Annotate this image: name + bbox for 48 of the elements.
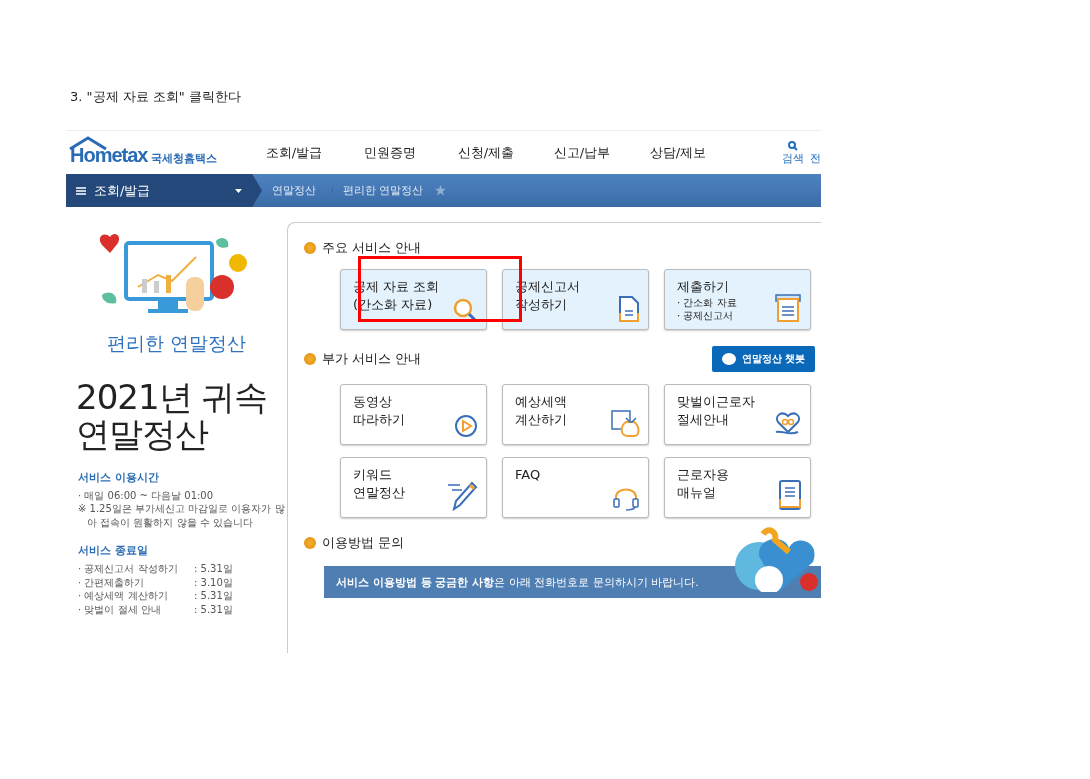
money-bag-icon <box>610 408 640 438</box>
section-heading: 서비스 종료일 <box>78 543 149 559</box>
sidebar-subtitle: 편리한 연말정산 <box>105 331 247 356</box>
nav-menu-item[interactable]: 민원증명 <box>342 143 438 162</box>
service-label: · 맞벌이 절세 안내 <box>78 602 162 617</box>
search-button[interactable]: 검색 <box>782 141 804 166</box>
pencil-icon <box>446 481 478 511</box>
menu-icon <box>76 186 86 195</box>
nav-menu-item[interactable]: 신고/납부 <box>534 143 630 162</box>
chatbot-button[interactable]: 연말정산 챗봇 <box>711 346 815 372</box>
service-card[interactable]: 맞벌이근로자 절세안내 <box>664 384 811 445</box>
service-card[interactable]: 키워드 연말정산 <box>340 457 487 518</box>
end-date: : 5.31일 <box>194 602 233 617</box>
search-icon <box>788 141 798 151</box>
end-date: : 5.31일 <box>194 562 233 576</box>
section-title: 이용방법 문의 <box>304 534 405 552</box>
nav-menu-item[interactable]: 조회/발급 <box>246 143 342 162</box>
tray-document-icon <box>774 293 802 323</box>
menu-dropdown[interactable]: 조회/발급 <box>66 174 262 207</box>
house-roof-icon <box>68 136 108 150</box>
service-card[interactable]: 동영상 따라하기 <box>340 384 487 445</box>
notice-text: ※ 1.25일은 부가세신고 마감일로 이용자가 많아 접속이 원활하지 않을 수 있습니다 <box>78 502 286 530</box>
nav-menu-item[interactable]: 신청/제출 <box>438 143 534 162</box>
service-card[interactable]: 제출하기 · 간소화 자료 · 공제신고서 <box>664 269 811 330</box>
section-heading: 서비스 이용시간 <box>78 469 160 485</box>
service-card[interactable]: 예상세액 계산하기 <box>502 384 649 445</box>
document-icon <box>618 295 640 323</box>
banner-text: 서비스 이용방법 등 궁금한 사항은 아래 전화번호로 문의하시기 바랍니다. <box>336 574 699 590</box>
tablet-icon <box>778 479 802 511</box>
service-label: · 공제신고서 작성하기 <box>78 562 179 576</box>
play-icon <box>454 414 478 438</box>
breadcrumb-item[interactable]: 연말정산 <box>262 174 333 207</box>
star-icon[interactable] <box>434 185 446 196</box>
service-card[interactable]: FAQ <box>502 457 649 518</box>
service-card[interactable]: 근로자용 매뉴얼 <box>664 457 811 518</box>
nav-menu-item[interactable]: 상담/제보 <box>630 143 726 162</box>
hometax-logo[interactable]: Hometax 국세청홈택스 <box>66 138 246 167</box>
section-title: 부가 서비스 안내 <box>304 350 422 368</box>
step-caption: 3. "공제 자료 조회" 클릭한다 <box>70 88 242 106</box>
end-date: : 3.10일 <box>194 575 233 590</box>
end-date: : 5.31일 <box>194 589 233 603</box>
service-label: · 간편제출하기 <box>78 575 146 590</box>
sidebar-title: 2021년 귀속 연말정산 <box>76 379 269 454</box>
service-label: · 예상세액 계산하기 <box>78 589 169 603</box>
section-title: 주요 서비스 안내 <box>304 239 422 257</box>
caret-icon <box>235 188 242 193</box>
hours-text: · 매일 06:00 ~ 다음날 01:00 <box>78 488 215 503</box>
header-link[interactable]: 전 <box>810 139 821 166</box>
